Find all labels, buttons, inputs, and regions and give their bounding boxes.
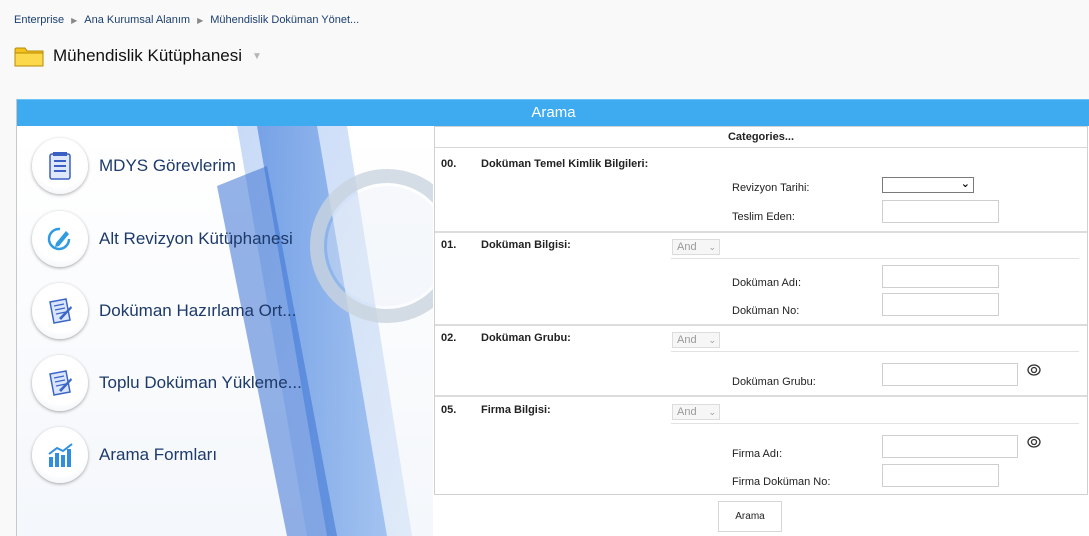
chevron-down-icon: ⌄	[708, 407, 716, 417]
menu-item-search-forms[interactable]: Arama Formları	[32, 427, 217, 483]
breadcrumb-enterprise[interactable]: Enterprise	[14, 14, 64, 26]
operator-select[interactable]: And ⌄	[672, 332, 720, 348]
divider	[671, 258, 1079, 259]
task-list-icon	[32, 138, 88, 194]
search-button[interactable]: Arama	[718, 501, 782, 532]
section-title: Doküman Bilgisi:	[481, 239, 571, 251]
bulk-upload-icon	[32, 355, 88, 411]
company-document-number-input[interactable]	[882, 464, 999, 487]
folder-icon	[14, 44, 44, 68]
section-title: Doküman Grubu:	[481, 332, 571, 344]
operator-value: And	[677, 241, 697, 253]
chevron-down-icon: ⌄	[708, 335, 716, 345]
section-number: 00.	[441, 158, 457, 170]
section-divider	[435, 231, 1087, 233]
search-panel: Arama MDYS Görevlerim Alt Revizyon Kütüp…	[16, 99, 1089, 536]
page-title: Mühendislik Kütüphanesi	[53, 46, 243, 65]
section-number: 05.	[441, 404, 457, 416]
section-divider	[435, 395, 1087, 397]
menu-item-label: Arama Formları	[99, 445, 218, 464]
bar-chart-icon	[32, 427, 88, 483]
edit-revision-icon	[32, 211, 88, 267]
operator-value: And	[677, 406, 697, 418]
chevron-down-icon[interactable]: ▼	[252, 51, 262, 62]
operator-select[interactable]: And ⌄	[672, 239, 720, 255]
field-label: Firma Adı:	[732, 448, 783, 460]
document-number-input[interactable]	[882, 293, 999, 316]
operator-value: And	[677, 334, 697, 346]
categories-header[interactable]: Categories...	[435, 131, 1087, 143]
company-name-input[interactable]	[882, 435, 1018, 458]
revision-date-select[interactable]: ⌄	[882, 177, 974, 193]
delivered-by-input[interactable]	[882, 200, 999, 223]
section-number: 02.	[441, 332, 457, 344]
menu-item-bulk-upload[interactable]: Toplu Doküman Yükleme...	[32, 355, 302, 411]
menu-item-label: Doküman Hazırlama Ort...	[99, 301, 297, 320]
document-name-input[interactable]	[882, 265, 999, 288]
breadcrumb: Enterprise ▶ Ana Kurumsal Alanım ▶ Mühen…	[14, 14, 359, 26]
menu-area: MDYS Görevlerim Alt Revizyon Kütüphanesi…	[17, 126, 433, 536]
panel-title: Arama	[17, 99, 1089, 126]
field-label: Firma Doküman No:	[732, 476, 831, 488]
section-divider	[435, 324, 1087, 326]
section-title: Firma Bilgisi:	[481, 404, 551, 416]
menu-item-document-prep[interactable]: Doküman Hazırlama Ort...	[32, 283, 296, 339]
menu-item-label: Alt Revizyon Kütüphanesi	[99, 229, 293, 248]
field-label: Doküman Adı:	[732, 277, 802, 289]
chevron-down-icon: ⌄	[960, 178, 970, 190]
lookup-icon[interactable]	[1027, 436, 1041, 448]
divider	[671, 351, 1079, 352]
search-form: Categories... 00. Doküman Temel Kimlik B…	[434, 126, 1088, 495]
page-header: Mühendislik Kütüphanesi ▼	[14, 44, 262, 68]
divider	[435, 147, 1087, 148]
document-prep-icon	[32, 283, 88, 339]
field-label: Teslim Eden:	[732, 211, 795, 223]
field-label: Doküman No:	[732, 305, 800, 317]
menu-item-label: MDYS Görevlerim	[99, 156, 236, 175]
field-label: Revizyon Tarihi:	[732, 182, 810, 194]
menu-item-label: Toplu Doküman Yükleme...	[99, 373, 302, 392]
chevron-down-icon: ⌄	[708, 242, 716, 252]
section-title: Doküman Temel Kimlik Bilgileri:	[481, 158, 649, 170]
lookup-icon[interactable]	[1027, 364, 1041, 376]
divider	[671, 423, 1079, 424]
section-number: 01.	[441, 239, 457, 251]
breadcrumb-corporate-area[interactable]: Ana Kurumsal Alanım	[84, 14, 190, 26]
breadcrumb-separator-icon: ▶	[197, 15, 204, 25]
menu-item-revision-library[interactable]: Alt Revizyon Kütüphanesi	[32, 211, 293, 267]
menu-item-tasks[interactable]: MDYS Görevlerim	[32, 138, 236, 194]
operator-select[interactable]: And ⌄	[672, 404, 720, 420]
breadcrumb-separator-icon: ▶	[71, 15, 78, 25]
field-label: Doküman Grubu:	[732, 376, 816, 388]
breadcrumb-engineering-docs[interactable]: Mühendislik Doküman Yönet...	[210, 14, 359, 26]
document-group-input[interactable]	[882, 363, 1018, 386]
